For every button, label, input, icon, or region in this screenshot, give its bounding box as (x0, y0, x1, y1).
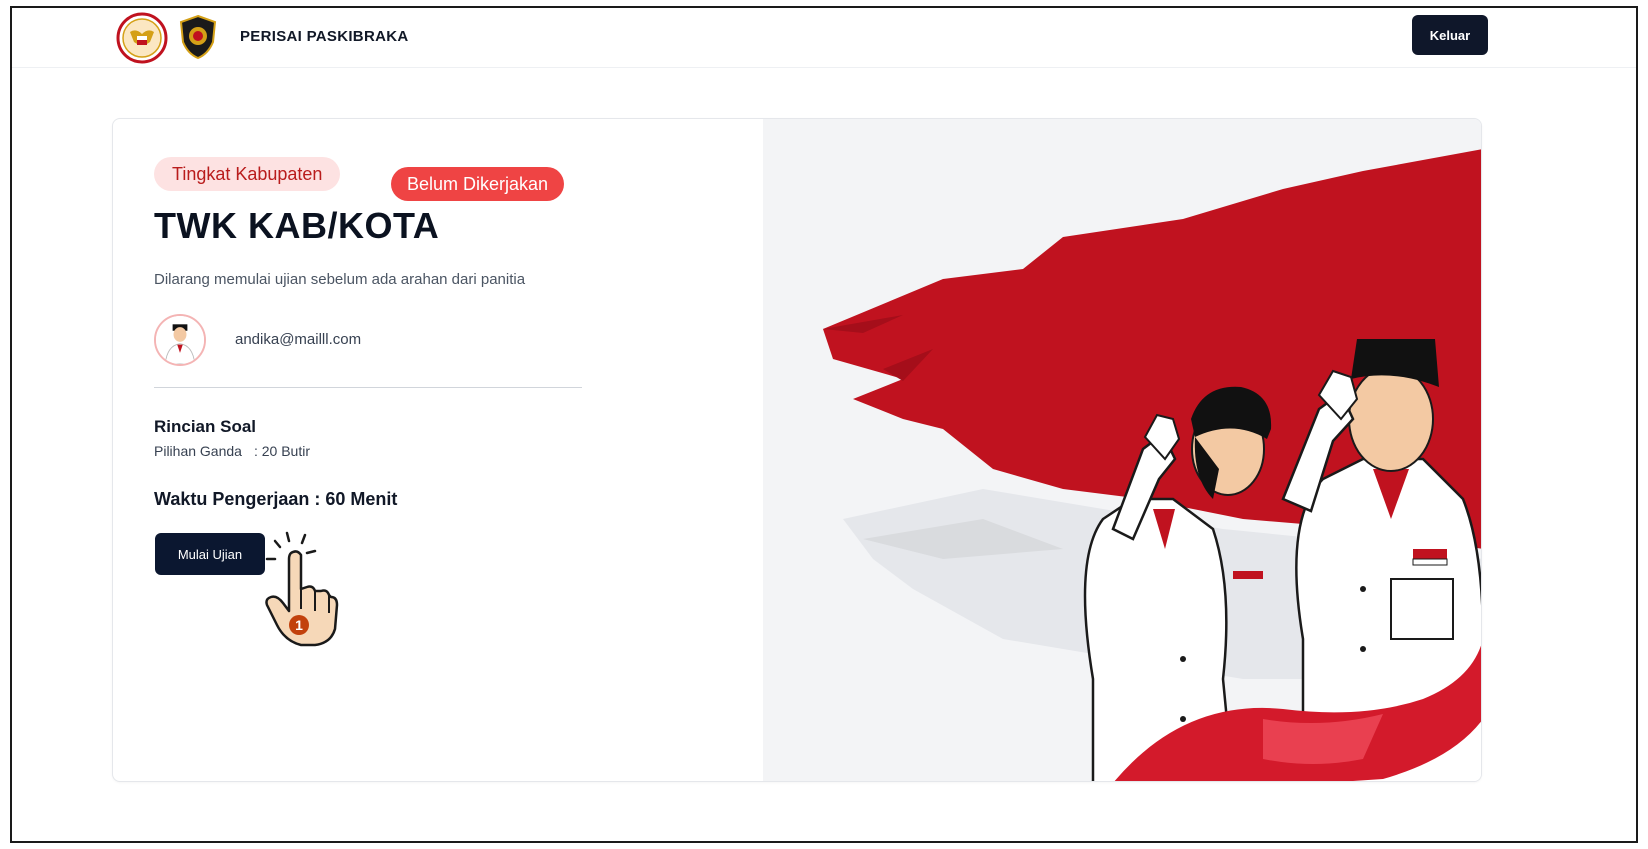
saluting-paskibraka-illustration (763, 119, 1481, 781)
question-count: : 20 Butir (253, 443, 310, 459)
avatar (154, 314, 206, 366)
app-brand-name: PERISAI PASKIBRAKA (240, 28, 409, 45)
user-avatar-icon (156, 316, 204, 364)
divider (154, 387, 582, 388)
details-title: Rincian Soal (154, 417, 257, 436)
pointing-hand-icon: 1 (265, 531, 339, 647)
exam-title: TWK KAB/KOTA (154, 205, 440, 246)
exam-info-panel: Tingkat Kabupaten Belum Dikerjakan TWK K… (113, 119, 763, 781)
status-badge: Belum Dikerjakan (391, 167, 565, 201)
exam-notice: Dilarang memulai ujian sebelum ada araha… (154, 271, 526, 288)
question-detail-row: Pilihan Ganda : 20 Butir (154, 443, 310, 459)
hero-illustration-panel (763, 119, 1481, 781)
app-frame: PERISAI PASKIBRAKA Keluar Tingkat Kabupa… (10, 6, 1638, 843)
level-badge: Tingkat Kabupaten (154, 157, 341, 191)
exam-card: Tingkat Kabupaten Belum Dikerjakan TWK K… (112, 118, 1482, 782)
top-navbar: PERISAI PASKIBRAKA Keluar (12, 8, 1636, 68)
exam-duration: Waktu Pengerjaan : 60 Menit (154, 489, 398, 509)
logout-button[interactable]: Keluar (1412, 15, 1488, 55)
garuda-emblem-icon (116, 12, 168, 64)
question-type: Pilihan Ganda (154, 443, 242, 459)
start-exam-button[interactable]: Mulai Ujian (155, 533, 265, 575)
paskibraka-shield-icon (179, 14, 217, 60)
user-email: andika@mailll.com (235, 331, 362, 348)
step-number: 1 (295, 617, 303, 633)
